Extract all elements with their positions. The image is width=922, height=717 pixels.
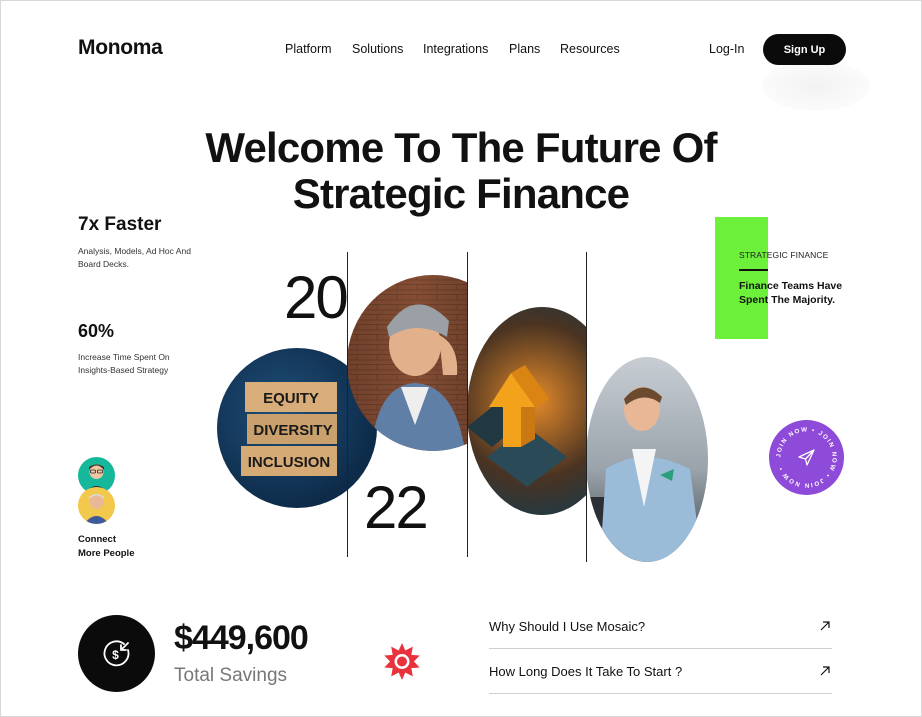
arrow-up-right-icon <box>820 621 830 631</box>
nav-resources[interactable]: Resources <box>560 42 620 56</box>
stat-faster-desc: Analysis, Models, Ad Hoc And Board Decks… <box>78 246 191 269</box>
connect-text: Connect More People <box>78 533 135 561</box>
stat-percent-desc: Increase Time Spent On Insights-Based St… <box>78 352 170 375</box>
savings-label: Total Savings <box>174 665 288 686</box>
nav-plans[interactable]: Plans <box>509 42 540 56</box>
send-icon <box>798 449 815 466</box>
faq-question: Why Should I Use Mosaic? <box>489 618 646 634</box>
hero-title-line2: Strategic Finance <box>292 170 630 217</box>
faq-item[interactable]: Why Should I Use Mosaic? <box>489 604 832 649</box>
year-top: 20 <box>284 264 348 331</box>
year-bottom: 22 <box>364 474 429 541</box>
green-accent-block <box>715 217 768 339</box>
photo-arrow-clip <box>467 307 587 515</box>
strategic-text: Finance Teams Have Spent The Majority. <box>739 280 843 306</box>
avatar[interactable] <box>78 487 115 524</box>
brand-logo[interactable]: Monoma <box>78 36 163 60</box>
connect-line1: Connect <box>78 534 116 545</box>
signup-shadow <box>761 61 871 111</box>
starburst-icon <box>383 643 421 681</box>
photo-suit-clip <box>587 357 708 562</box>
svg-text:$: $ <box>112 648 119 662</box>
divider-line <box>467 252 468 557</box>
dollar-icon: $ <box>103 639 129 666</box>
savings-value: $449,600 <box>174 619 309 657</box>
divider-line <box>586 252 587 562</box>
arrow-up-right-icon <box>820 666 830 676</box>
hero-title: Welcome To The Future Of Strategic Finan… <box>151 125 771 217</box>
login-link[interactable]: Log-In <box>709 42 744 56</box>
savings-icon-circle: $ <box>78 615 155 692</box>
page-frame: Monoma Platform Solutions Integrations P… <box>0 0 922 717</box>
strategic-label: STRATEGIC FINANCE <box>739 250 829 260</box>
divider-line <box>347 252 348 557</box>
faq-item[interactable]: How Long Does It Take To Start ? <box>489 649 832 694</box>
photo-arrow <box>467 307 587 515</box>
photo-suit <box>587 357 708 562</box>
stat-percent-title: 60% <box>78 321 115 341</box>
nav-platform[interactable]: Platform <box>285 42 332 56</box>
connect-line2: More People <box>78 548 135 559</box>
nav-solutions[interactable]: Solutions <box>352 42 403 56</box>
photo-man-beanie-clip <box>347 275 467 451</box>
equity-word-3: INCLUSION <box>248 454 331 471</box>
nav-integrations[interactable]: Integrations <box>423 42 488 56</box>
join-now-badge[interactable]: JOIN NOW • JOIN NOW • JOIN NOW • <box>769 420 844 495</box>
stat-faster-title: 7x Faster <box>78 214 162 235</box>
photo-man-beanie <box>347 275 467 451</box>
equity-word-2: DIVERSITY <box>253 422 332 439</box>
signup-button[interactable]: Sign Up <box>763 34 846 65</box>
strategic-rule <box>739 269 768 271</box>
hero-title-line1: Welcome To The Future Of <box>205 124 717 171</box>
equity-word-1: EQUITY <box>263 390 319 407</box>
faq-question: How Long Does It Take To Start ? <box>489 663 683 679</box>
